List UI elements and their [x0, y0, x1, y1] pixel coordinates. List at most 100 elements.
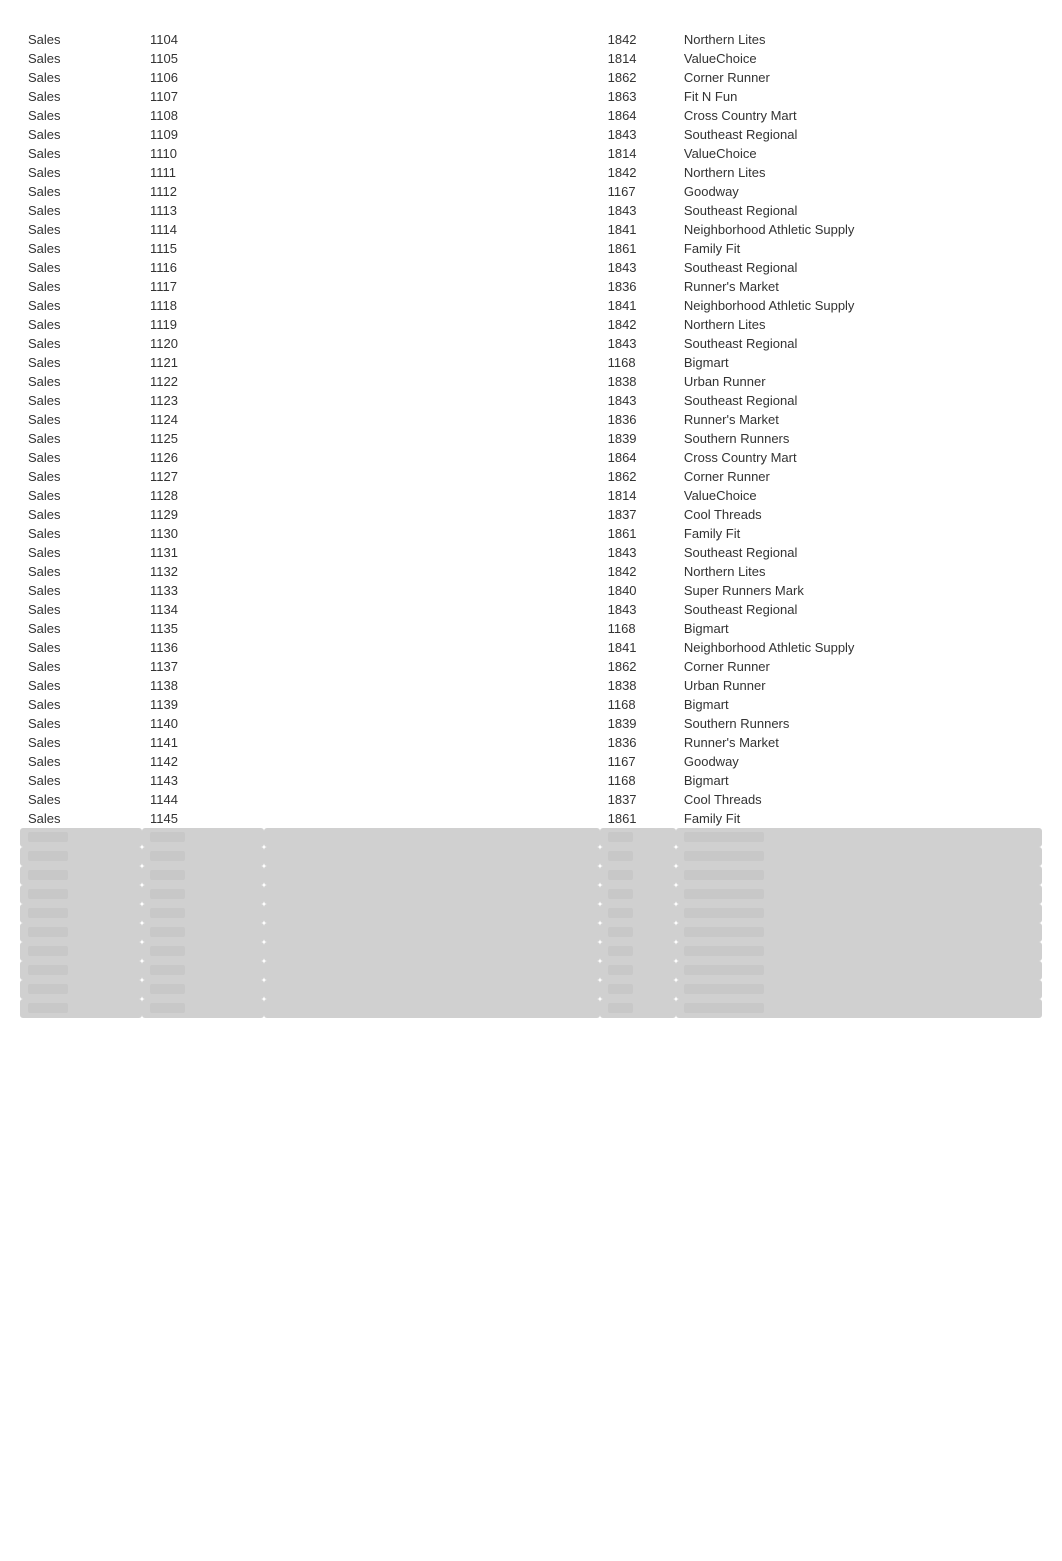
blurred-cell [142, 866, 264, 885]
row-id: 1840 [600, 581, 676, 600]
table-row: Sales 1109 1843 Southeast Regional [20, 125, 1042, 144]
row-gap [264, 619, 600, 638]
row-gap [264, 638, 600, 657]
row-type: Sales [20, 163, 142, 182]
blurred-cell [600, 942, 676, 961]
row-num: 1122 [142, 372, 264, 391]
blurred-cell [676, 980, 1042, 999]
table-row: Sales 1119 1842 Northern Lites [20, 315, 1042, 334]
blurred-cell [142, 980, 264, 999]
row-gap [264, 258, 600, 277]
row-num: 1133 [142, 581, 264, 600]
row-id: 1168 [600, 695, 676, 714]
row-num: 1114 [142, 220, 264, 239]
row-name: Southeast Regional [676, 334, 1042, 353]
row-num: 1109 [142, 125, 264, 144]
row-num: 1143 [142, 771, 264, 790]
row-gap [264, 562, 600, 581]
row-num: 1127 [142, 467, 264, 486]
row-num: 1112 [142, 182, 264, 201]
row-name: Cool Threads [676, 505, 1042, 524]
row-num: 1134 [142, 600, 264, 619]
row-num: 1136 [142, 638, 264, 657]
row-name: Cool Threads [676, 790, 1042, 809]
row-gap [264, 106, 600, 125]
row-type: Sales [20, 372, 142, 391]
row-id: 1862 [600, 657, 676, 676]
blurred-cell [264, 923, 600, 942]
row-id: 1837 [600, 505, 676, 524]
row-name: Bigmart [676, 619, 1042, 638]
row-name: Corner Runner [676, 68, 1042, 87]
row-gap [264, 524, 600, 543]
table-row: Sales 1143 1168 Bigmart [20, 771, 1042, 790]
row-id: 1843 [600, 125, 676, 144]
row-gap [264, 790, 600, 809]
row-name: Corner Runner [676, 657, 1042, 676]
row-id: 1861 [600, 239, 676, 258]
row-num: 1121 [142, 353, 264, 372]
table-row: Sales 1133 1840 Super Runners Mark [20, 581, 1042, 600]
blurred-cell [142, 999, 264, 1018]
row-id: 1863 [600, 87, 676, 106]
row-id: 1841 [600, 296, 676, 315]
table-row: Sales 1118 1841 Neighborhood Athletic Su… [20, 296, 1042, 315]
row-name: Super Runners Mark [676, 581, 1042, 600]
row-name: Southeast Regional [676, 543, 1042, 562]
row-gap [264, 581, 600, 600]
row-type: Sales [20, 600, 142, 619]
blurred-cell [142, 828, 264, 847]
blurred-cell [600, 923, 676, 942]
row-gap [264, 429, 600, 448]
row-num: 1115 [142, 239, 264, 258]
row-gap [264, 372, 600, 391]
row-name: Northern Lites [676, 30, 1042, 49]
blurred-cell [600, 847, 676, 866]
row-type: Sales [20, 524, 142, 543]
row-gap [264, 448, 600, 467]
row-gap [264, 144, 600, 163]
table-row: Sales 1142 1167 Goodway [20, 752, 1042, 771]
table-row: Sales 1136 1841 Neighborhood Athletic Su… [20, 638, 1042, 657]
row-type: Sales [20, 30, 142, 49]
blurred-cell [20, 942, 142, 961]
row-num: 1111 [142, 163, 264, 182]
blurred-cell [676, 828, 1042, 847]
table-row: Sales 1126 1864 Cross Country Mart [20, 448, 1042, 467]
row-num: 1105 [142, 49, 264, 68]
row-gap [264, 391, 600, 410]
blurred-cell [676, 885, 1042, 904]
row-num: 1141 [142, 733, 264, 752]
row-name: Fit N Fun [676, 87, 1042, 106]
row-id: 1836 [600, 410, 676, 429]
row-name: ValueChoice [676, 49, 1042, 68]
blurred-cell [20, 866, 142, 885]
row-type: Sales [20, 296, 142, 315]
blurred-cell [20, 885, 142, 904]
row-gap [264, 733, 600, 752]
row-type: Sales [20, 353, 142, 372]
blurred-cell [142, 885, 264, 904]
blurred-cell [142, 904, 264, 923]
row-id: 1837 [600, 790, 676, 809]
table-row-blurred [20, 942, 1042, 961]
blurred-cell [264, 942, 600, 961]
row-gap [264, 752, 600, 771]
row-type: Sales [20, 790, 142, 809]
table-row: Sales 1134 1843 Southeast Regional [20, 600, 1042, 619]
row-name: Southern Runners [676, 429, 1042, 448]
row-name: Family Fit [676, 809, 1042, 828]
row-type: Sales [20, 771, 142, 790]
row-name: Runner's Market [676, 410, 1042, 429]
row-type: Sales [20, 201, 142, 220]
table-row-blurred [20, 828, 1042, 847]
row-name: Northern Lites [676, 163, 1042, 182]
blurred-cell [20, 980, 142, 999]
row-id: 1167 [600, 752, 676, 771]
row-gap [264, 467, 600, 486]
row-name: Neighborhood Athletic Supply [676, 296, 1042, 315]
blurred-cell [264, 961, 600, 980]
row-name: Bigmart [676, 695, 1042, 714]
row-gap [264, 334, 600, 353]
row-type: Sales [20, 391, 142, 410]
